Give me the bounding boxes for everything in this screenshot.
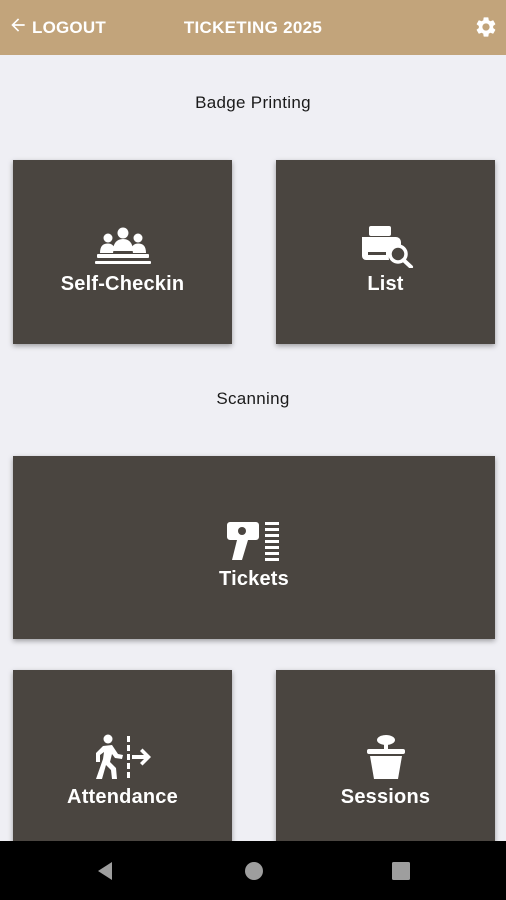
barcode-scanner-icon	[226, 520, 282, 562]
gear-icon[interactable]	[474, 15, 498, 39]
list-label: List	[367, 273, 404, 295]
section-title-badge-printing: Badge Printing	[195, 93, 311, 112]
system-navigation-bar	[0, 841, 506, 900]
logout-button[interactable]: LOGOUT	[8, 0, 106, 55]
logout-label: LOGOUT	[32, 17, 106, 37]
group-checkin-icon	[93, 226, 153, 266]
nav-recents-square-icon[interactable]	[390, 860, 412, 887]
attendance-label: Attendance	[67, 786, 178, 808]
basket-icon	[366, 734, 406, 780]
person-walking-door-icon	[94, 734, 152, 780]
sessions-label: Sessions	[340, 786, 431, 808]
self-checkin-label: Self-Checkin	[60, 273, 185, 295]
self-checkin-tile[interactable]: Self-Checkin	[13, 160, 232, 344]
tickets-tile[interactable]: Tickets	[13, 456, 495, 639]
nav-home-circle-icon[interactable]	[243, 860, 265, 887]
nav-back-triangle-icon[interactable]	[95, 860, 115, 887]
top-app-bar: LOGOUT TICKETING 2025	[0, 0, 506, 55]
list-tile[interactable]: List	[276, 160, 495, 344]
sessions-tile[interactable]: Sessions	[276, 670, 495, 854]
app-screen: LOGOUT TICKETING 2025 Badge Printing Sel…	[0, 0, 506, 900]
tickets-label: Tickets	[219, 568, 289, 590]
arrow-left-icon	[8, 15, 28, 40]
section-title-scanning: Scanning	[216, 389, 290, 408]
attendance-tile[interactable]: Attendance	[13, 670, 232, 854]
printer-search-icon	[356, 224, 416, 269]
